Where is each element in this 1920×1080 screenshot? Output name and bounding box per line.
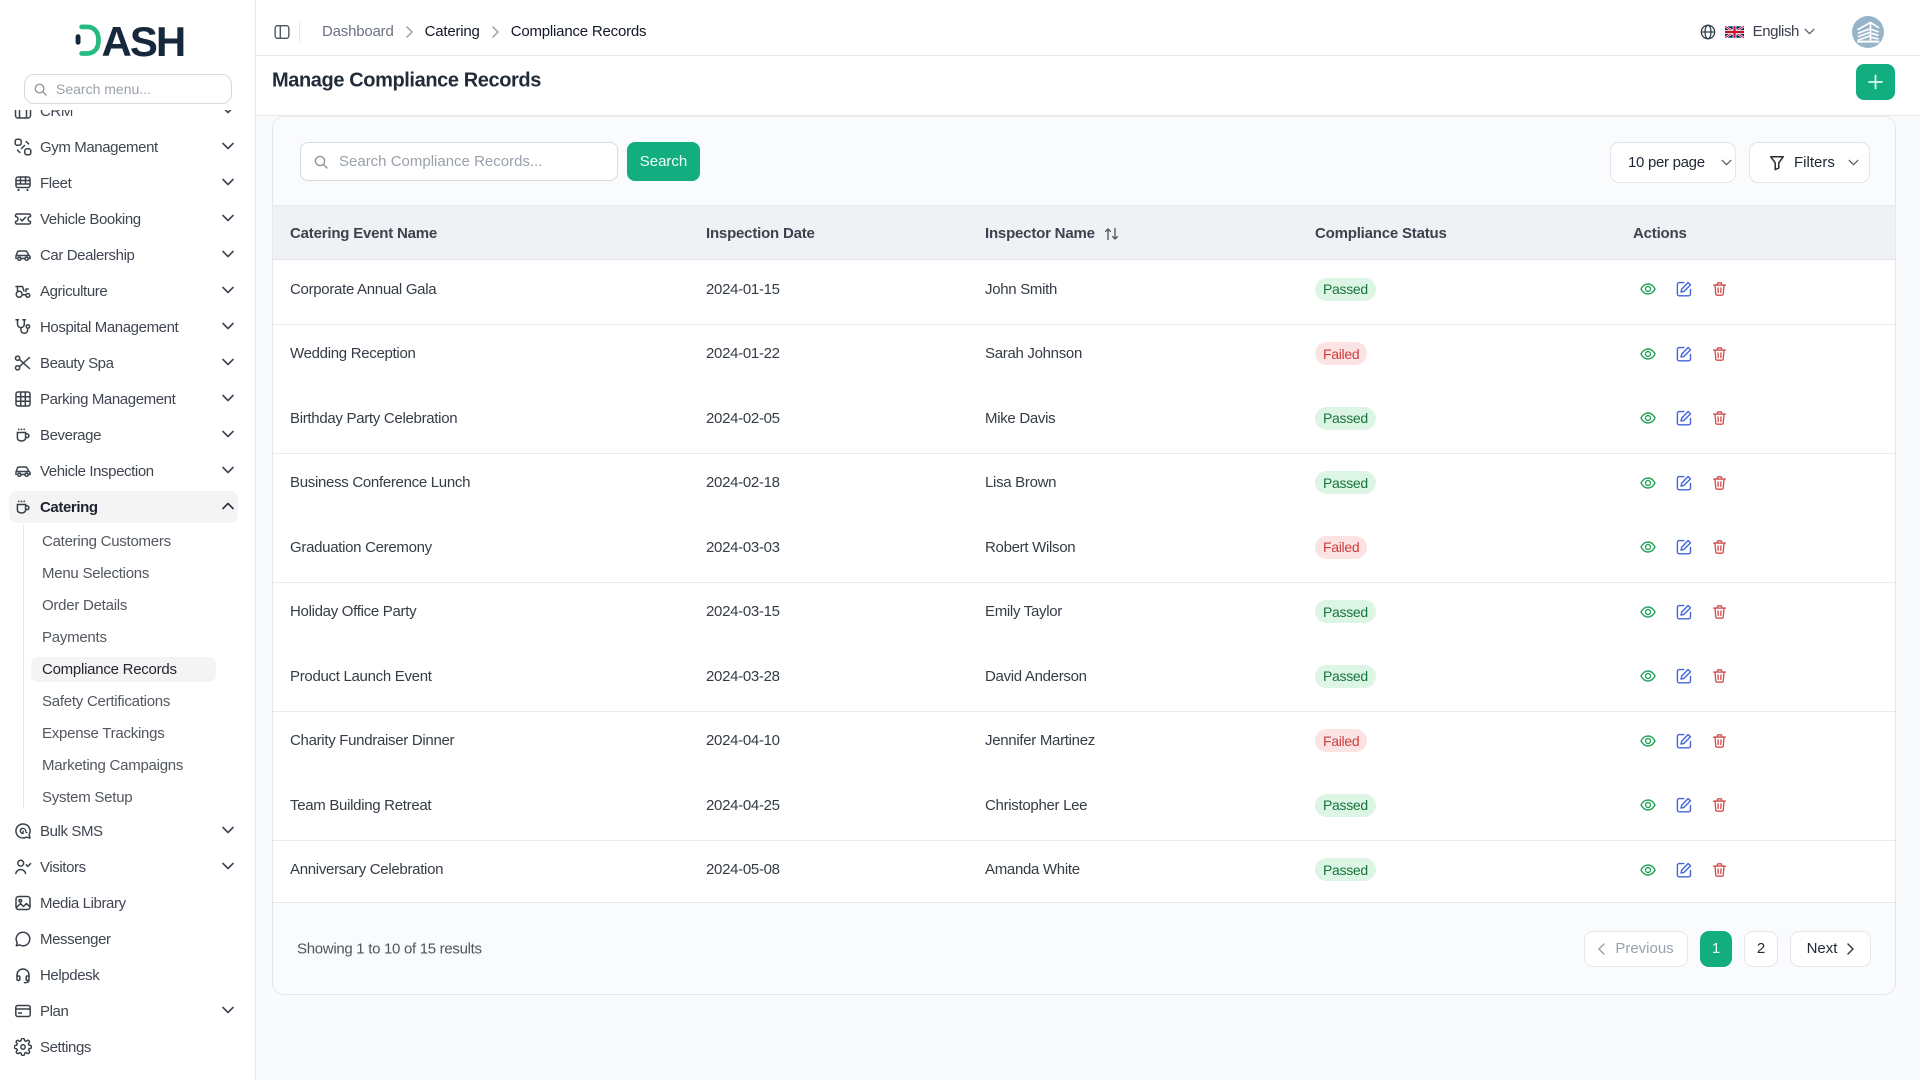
svg-text:ASH: ASH bbox=[102, 21, 185, 61]
